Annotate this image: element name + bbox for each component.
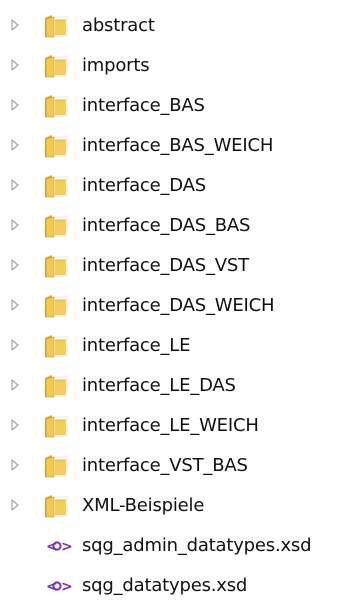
expand-arrow-icon[interactable]	[10, 258, 20, 272]
expand-arrow-icon[interactable]	[10, 98, 20, 112]
expand-arrow-icon[interactable]	[10, 298, 20, 312]
folder-icon	[42, 94, 72, 118]
expand-arrow-icon[interactable]	[10, 218, 20, 232]
folder-row[interactable]: imports	[0, 46, 339, 86]
expand-arrow-icon[interactable]	[10, 138, 20, 152]
folder-row[interactable]: interface_DAS_BAS	[0, 206, 339, 246]
expand-arrow-icon[interactable]	[10, 458, 20, 472]
file-label: sqg_datatypes.xsd	[82, 575, 248, 596]
svg-text:>: >	[61, 539, 72, 555]
expand-arrow-icon[interactable]	[10, 338, 20, 352]
folder-icon	[42, 54, 72, 78]
folder-icon	[42, 174, 72, 198]
file-tree: abstract imports interface_BAS interface_BA…	[0, 6, 339, 606]
svg-text:<: <	[46, 579, 58, 595]
expand-arrow-icon[interactable]	[10, 58, 20, 72]
folder-icon	[42, 214, 72, 238]
xml-file-icon: < >	[42, 535, 72, 557]
folder-icon	[42, 414, 72, 438]
folder-label: interface_BAS	[82, 95, 205, 116]
folder-label: imports	[82, 55, 150, 76]
expand-arrow-icon[interactable]	[10, 498, 20, 512]
folder-label: interface_DAS	[82, 175, 206, 196]
expand-arrow-icon[interactable]	[10, 178, 20, 192]
folder-label: interface_LE_DAS	[82, 375, 236, 396]
expand-arrow-icon[interactable]	[10, 18, 20, 32]
folder-label: XML-Beispiele	[82, 495, 205, 516]
folder-label: interface_DAS_VST	[82, 255, 249, 276]
folder-icon	[42, 374, 72, 398]
folder-row[interactable]: interface_DAS_WEICH	[0, 286, 339, 326]
folder-row[interactable]: interface_DAS_VST	[0, 246, 339, 286]
folder-label: interface_DAS_WEICH	[82, 295, 275, 316]
expand-arrow-icon[interactable]	[10, 378, 20, 392]
folder-icon	[42, 294, 72, 318]
folder-icon	[42, 334, 72, 358]
file-row[interactable]: < > sqg_admin_datatypes.xsd	[0, 526, 339, 566]
folder-icon	[42, 134, 72, 158]
xml-file-icon: < >	[42, 575, 72, 597]
folder-row[interactable]: interface_LE_DAS	[0, 366, 339, 406]
folder-row[interactable]: interface_DAS	[0, 166, 339, 206]
folder-row[interactable]: interface_BAS_WEICH	[0, 126, 339, 166]
folder-icon	[42, 494, 72, 518]
file-label: sqg_admin_datatypes.xsd	[82, 535, 312, 556]
svg-text:<: <	[46, 539, 58, 555]
folder-row[interactable]: XML-Beispiele	[0, 486, 339, 526]
folder-label: abstract	[82, 15, 155, 36]
folder-label: interface_LE	[82, 335, 191, 356]
folder-row[interactable]: interface_LE_WEICH	[0, 406, 339, 446]
folder-icon	[42, 14, 72, 38]
expand-arrow-icon[interactable]	[10, 418, 20, 432]
folder-label: interface_LE_WEICH	[82, 415, 259, 436]
svg-text:>: >	[61, 579, 72, 595]
folder-row[interactable]: interface_BAS	[0, 86, 339, 126]
folder-row[interactable]: abstract	[0, 6, 339, 46]
file-row[interactable]: < > sqg_datatypes.xsd	[0, 566, 339, 606]
folder-label: interface_BAS_WEICH	[82, 135, 274, 156]
folder-icon	[42, 254, 72, 278]
folder-label: interface_DAS_BAS	[82, 215, 251, 236]
folder-label: interface_VST_BAS	[82, 455, 248, 476]
folder-icon	[42, 454, 72, 478]
folder-row[interactable]: interface_LE	[0, 326, 339, 366]
folder-row[interactable]: interface_VST_BAS	[0, 446, 339, 486]
